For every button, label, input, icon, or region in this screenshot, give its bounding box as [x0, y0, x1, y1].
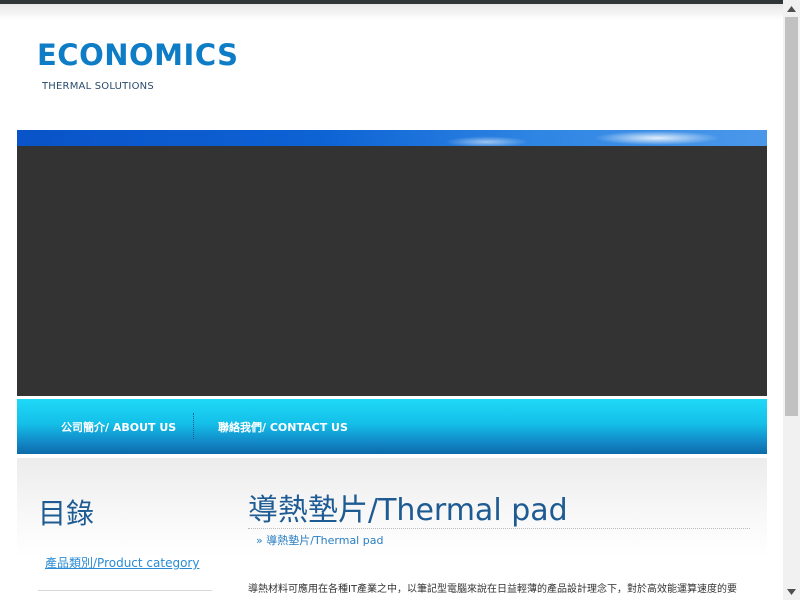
breadcrumb-separator-icon: » — [256, 534, 263, 547]
sidebar-link-product-category[interactable]: 產品類別/Product category — [45, 555, 215, 571]
top-shadow — [0, 4, 783, 20]
nav-item-contact[interactable]: 聯絡我們/ CONTACT US — [218, 419, 348, 435]
site-logo[interactable]: ECONOMICS — [37, 38, 239, 72]
breadcrumb-link[interactable]: 導熱墊片/Thermal pad — [266, 534, 383, 547]
page-title: 導熱墊片/Thermal pad — [248, 493, 568, 528]
site-slogan: THERMAL SOLUTIONS — [42, 81, 154, 92]
content-area — [17, 458, 767, 600]
body-paragraph: 導熱材料可應用在各種IT產業之中，以筆記型電腦來說在日益輕薄的產品設計理念下，對… — [248, 584, 738, 595]
vertical-scrollbar[interactable] — [783, 0, 800, 600]
sidebar-title: 目錄 — [38, 497, 95, 530]
sidebar-divider — [38, 590, 212, 591]
page: ECONOMICS THERMAL SOLUTIONS 公司簡介/ ABOUT … — [0, 0, 783, 600]
scrollbar-thumb[interactable] — [785, 17, 798, 416]
scroll-up-icon[interactable] — [783, 0, 800, 17]
nav-divider — [193, 413, 195, 439]
breadcrumb: » 導熱墊片/Thermal pad — [256, 532, 383, 548]
banner-image-area — [17, 146, 767, 396]
nav-item-about[interactable]: 公司簡介/ ABOUT US — [61, 419, 176, 435]
title-divider — [248, 528, 750, 529]
main-nav: 公司簡介/ ABOUT US 聯絡我們/ CONTACT US — [17, 399, 767, 454]
banner-sky-strip — [17, 130, 767, 146]
scroll-down-icon[interactable] — [783, 583, 800, 600]
